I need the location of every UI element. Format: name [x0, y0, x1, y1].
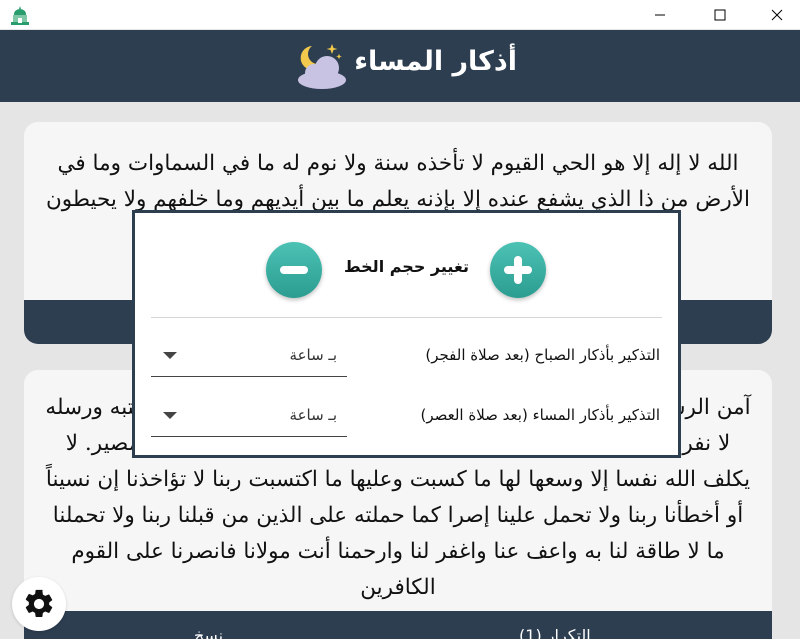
chevron-down-icon	[163, 352, 177, 359]
decrease-font-button[interactable]	[266, 242, 322, 298]
morning-reminder-label: التذكير بأذكار الصباح (بعد صلاة الفجر)	[425, 346, 660, 364]
maximize-icon	[714, 9, 726, 21]
settings-button[interactable]	[12, 577, 66, 631]
repeat-counter-button[interactable]: التكرار (1)	[519, 626, 591, 639]
minimize-icon	[655, 14, 665, 16]
minimize-button[interactable]	[637, 0, 683, 30]
gear-icon	[25, 589, 53, 618]
card-footer: التكرار (1) نسخ	[24, 611, 772, 639]
font-size-control: تغيير حجم الخط	[135, 213, 678, 316]
font-size-label: تغيير حجم الخط	[344, 257, 469, 276]
copy-button[interactable]: نسخ	[194, 626, 223, 639]
maximize-button[interactable]	[697, 0, 743, 30]
moon-cloud-icon	[292, 40, 352, 90]
morning-reminder-select[interactable]: بـ ساعة	[151, 334, 347, 377]
close-icon	[771, 9, 783, 21]
evening-reminder-value: بـ ساعة	[289, 406, 337, 424]
evening-reminder-row: التذكير بأذكار المساء (بعد صلاة العصر) ب…	[135, 394, 678, 440]
evening-reminder-select[interactable]: بـ ساعة	[151, 394, 347, 437]
divider	[151, 317, 662, 318]
close-button[interactable]	[754, 0, 800, 30]
page-title: أذكار المساء	[354, 46, 517, 77]
increase-font-button[interactable]	[490, 242, 546, 298]
evening-reminder-label: التذكير بأذكار المساء (بعد صلاة العصر)	[420, 406, 660, 424]
settings-dialog: تغيير حجم الخط التذكير بأذكار الصباح (بع…	[132, 210, 681, 458]
app-header: أذكار المساء	[0, 30, 800, 102]
chevron-down-icon	[163, 412, 177, 419]
window-titlebar	[0, 0, 800, 30]
morning-reminder-value: بـ ساعة	[289, 346, 337, 364]
morning-reminder-row: التذكير بأذكار الصباح (بعد صلاة الفجر) ب…	[135, 334, 678, 380]
mosque-icon	[9, 4, 31, 26]
minus-icon	[280, 266, 308, 274]
